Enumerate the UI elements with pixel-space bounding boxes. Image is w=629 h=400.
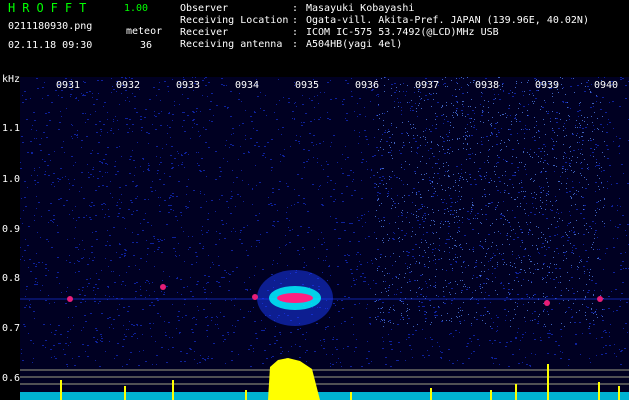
level-spike xyxy=(515,384,517,400)
level-spike xyxy=(547,364,549,400)
meteor-count: 36 xyxy=(140,40,153,51)
level-spike xyxy=(124,386,126,400)
info-value-antenna: A504HB(yagi 4el) xyxy=(306,39,403,50)
noise-speckle xyxy=(375,77,605,327)
x-tick-label: 0931 xyxy=(56,80,81,91)
x-tick-label: 0936 xyxy=(355,80,380,91)
info-label-observer: Observer xyxy=(180,3,229,14)
level-spike xyxy=(245,390,247,400)
x-tick-label: 0935 xyxy=(295,80,320,91)
y-tick-label: 0.7 xyxy=(2,323,21,334)
x-tick-label: 0940 xyxy=(594,80,619,91)
spectrogram-panel xyxy=(20,77,629,400)
info-sep: : xyxy=(292,15,299,26)
level-spike xyxy=(350,392,352,400)
level-spike xyxy=(430,388,432,400)
y-tick-label: 0.9 xyxy=(2,224,21,235)
info-value-observer: Masayuki Kobayashi xyxy=(306,3,415,14)
y-tick-label: 1.1 xyxy=(2,123,21,134)
x-tick-label: 0932 xyxy=(116,80,141,91)
x-tick-label: 0937 xyxy=(415,80,440,91)
info-sep: : xyxy=(292,3,299,14)
spectrogram-image xyxy=(20,77,629,400)
info-label-antenna: Receiving antenna xyxy=(180,39,283,50)
y-axis-unit: kHz xyxy=(2,74,21,85)
info-sep: : xyxy=(292,39,299,50)
level-burst xyxy=(268,358,320,400)
x-tick-label: 0939 xyxy=(535,80,560,91)
file-name: 0211180930.png xyxy=(8,21,93,32)
level-spike xyxy=(172,380,174,400)
info-sep: : xyxy=(292,27,299,38)
info-label-receiver: Receiver xyxy=(180,27,229,38)
meteor-echo-small xyxy=(252,294,258,300)
x-tick-label: 0933 xyxy=(176,80,201,91)
app-title: HROFFT xyxy=(8,1,94,15)
level-spike xyxy=(598,382,600,400)
meteor-echo-core xyxy=(277,293,313,303)
y-tick-label: 0.6 xyxy=(2,373,21,384)
app-version: 1.00 xyxy=(124,3,149,14)
info-label-location: Receiving Location xyxy=(180,15,289,26)
meteor-label: meteor xyxy=(126,26,163,37)
level-spike xyxy=(618,386,620,400)
noise-speckle xyxy=(20,77,629,367)
info-value-location: Ogata-vill. Akita-Pref. JAPAN (139.96E, … xyxy=(306,15,589,26)
x-tick-label: 0938 xyxy=(475,80,500,91)
info-value-receiver: ICOM IC-575 53.7492(@LCD)MHz USB xyxy=(306,27,499,38)
meteor-echo-small xyxy=(67,296,73,302)
y-tick-label: 0.8 xyxy=(2,273,21,284)
meteor-echo-small xyxy=(544,300,550,306)
meteor-echo-small xyxy=(160,284,166,290)
level-spike xyxy=(490,390,492,400)
timestamp: 02.11.18 09:30 xyxy=(8,40,93,51)
level-floor xyxy=(20,392,629,400)
y-tick-label: 1.0 xyxy=(2,174,21,185)
level-spike xyxy=(60,380,62,400)
x-tick-label: 0934 xyxy=(235,80,260,91)
meteor-echo-small xyxy=(597,296,603,302)
